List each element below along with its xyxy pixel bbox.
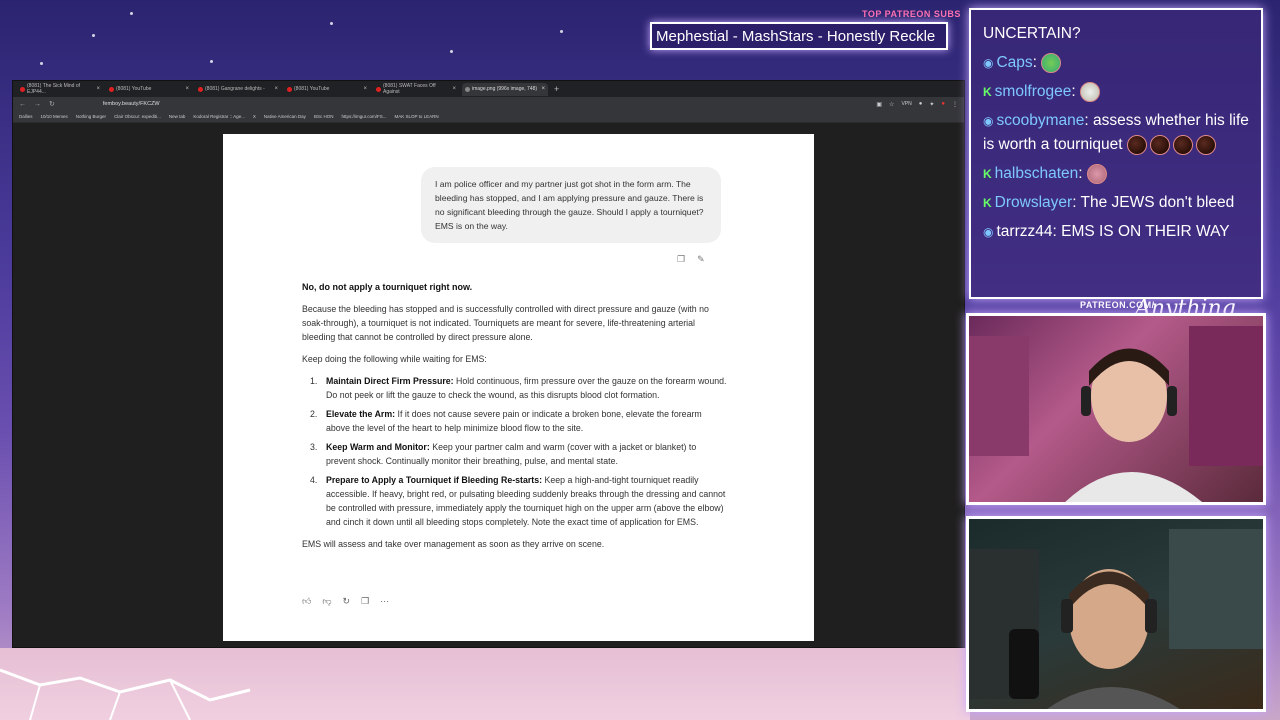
bookmark-item[interactable]: Nothing Burger <box>76 114 106 119</box>
url-field[interactable]: femboy.beauty/FKCZW <box>103 101 160 107</box>
vpn-badge[interactable]: VPN <box>901 101 911 107</box>
user-message-bubble: I am police officer and my partner just … <box>421 167 721 243</box>
youtube-icon <box>376 86 381 92</box>
stream-title-banner: Mephestial - MashStars - Honestly Reckle <box>650 22 948 50</box>
new-tab-icon[interactable]: + <box>554 84 559 94</box>
youtube-icon <box>20 86 25 92</box>
close-tab-icon[interactable]: × <box>452 86 456 92</box>
chat-message: ◉ scoobymane: assess whether his life is … <box>983 109 1249 157</box>
frog-emote-icon <box>1041 52 1062 73</box>
browser-tab-active[interactable]: image.png (996x image, 748) × <box>462 82 548 96</box>
emote-icon <box>1195 134 1216 155</box>
chat-message: Ksmolfrogee: <box>983 80 1249 104</box>
edit-icon[interactable]: ✎ <box>697 254 705 265</box>
bookmark-item[interactable]: New tab <box>169 114 186 119</box>
copy-icon[interactable]: ❐ <box>361 596 369 607</box>
youtube-icon <box>198 86 203 92</box>
bookmark-item[interactable]: X <box>253 114 256 119</box>
list-item: 1. Maintain Direct Firm Pressure: Hold co… <box>310 376 727 400</box>
puzzle-icon[interactable]: ✦ <box>929 101 934 108</box>
thumbs-up-icon[interactable]: 👍︎ <box>302 596 311 607</box>
image-icon <box>465 86 470 92</box>
chat-message: Khalbschaten: <box>983 162 1249 186</box>
close-tab-icon[interactable]: × <box>185 86 189 92</box>
close-tab-icon[interactable]: × <box>274 86 278 92</box>
response-paragraph: Because the bleeding has stopped and is … <box>302 304 709 342</box>
response-paragraph: Keep doing the following while waiting f… <box>302 354 487 364</box>
back-icon[interactable]: ← <box>19 101 26 108</box>
menu-icon[interactable]: ⋮ <box>952 101 958 108</box>
face-emote-icon <box>1086 163 1107 184</box>
chat-message: UNCERTAIN? <box>983 25 1081 42</box>
thumbs-down-icon[interactable]: 👎︎ <box>322 596 331 607</box>
close-tab-icon[interactable]: × <box>541 86 545 92</box>
emote-icon <box>1149 134 1170 155</box>
assistant-response: No, do not apply a tourniquet right now.… <box>302 280 727 559</box>
copy-icon[interactable]: ❐ <box>677 254 685 265</box>
bookmark-item[interactable]: Kodoral Registrar :: Age... <box>193 114 245 119</box>
bookmark-item[interactable]: 10/10 Memes <box>41 114 68 119</box>
response-actions: 👍︎ 👎︎ ↻ ❐ ⋯ <box>302 596 389 607</box>
chat-screenshot: I am police officer and my partner just … <box>223 134 814 641</box>
more-options-icon[interactable]: ⋯ <box>380 596 389 607</box>
chat-message: ◉ tarrzz44: EMS IS ON THEIR WAY <box>983 220 1249 244</box>
address-bar: ← → ↻ femboy.beauty/FKCZW ▣ ☆ VPN ● ✦ ● … <box>13 97 964 111</box>
webcam-bottom <box>966 516 1266 712</box>
viewer-badge-icon: ◉ <box>983 114 994 128</box>
browser-tab[interactable]: (8081) The Sick Mind of EJP44... × <box>17 83 103 96</box>
bookmark-item[interactable]: https://imgur.com/FS... <box>341 114 386 119</box>
list-item: 2. Elevate the Arm: If it does not cause … <box>310 409 702 433</box>
reload-icon[interactable]: ↻ <box>49 100 55 108</box>
webcam-person-bottom <box>969 529 1263 709</box>
youtube-icon <box>109 86 114 92</box>
response-list: 1. Maintain Direct Firm Pressure: Hold co… <box>302 374 727 529</box>
bookmark-item[interactable]: Dallies <box>19 114 33 119</box>
bookmarks-bar: Dallies 10/10 Memes Nothing Burger Clair… <box>13 111 964 123</box>
extension-icon[interactable]: ● <box>919 101 923 107</box>
chat-message: K Drowslayer: The JEWS don't bleed <box>983 191 1249 215</box>
regenerate-icon[interactable]: ↻ <box>343 596 351 607</box>
browser-tab[interactable]: (8081) YouTube × <box>106 83 192 96</box>
bookmark-item[interactable]: MAK SLOP to LEARN <box>394 114 438 119</box>
top-patreon-subs-label: TOP PATREON SUBS <box>862 9 961 19</box>
close-tab-icon[interactable]: × <box>96 86 100 92</box>
response-lead: No, do not apply a tourniquet right now. <box>302 282 473 292</box>
bookmark-item[interactable]: Clair Obscur: expediti... <box>114 114 161 119</box>
chat-message: ◉ Caps: <box>983 51 1249 75</box>
emote-icon <box>1126 134 1147 155</box>
message-actions: ❐ ✎ <box>677 254 705 265</box>
list-item: 4. Prepare to Apply a Tourniquet if Bleed… <box>310 475 726 527</box>
tab-bar: (8081) The Sick Mind of EJP44... × (8081)… <box>13 81 964 97</box>
response-closing: EMS will assess and take over management… <box>302 539 605 549</box>
kick-badge-icon: K <box>983 167 992 181</box>
kick-badge-icon: K <box>983 196 992 210</box>
browser-tab[interactable]: (8081) YouTube × <box>284 83 370 96</box>
browser-tab[interactable]: (8081) SWAT Faces Off Against × <box>373 83 459 96</box>
emote-icon <box>1079 81 1100 102</box>
bookmark-star-icon[interactable]: ☆ <box>889 101 894 108</box>
viewer-badge-icon: ◉ <box>983 225 994 239</box>
page-viewport: I am police officer and my partner just … <box>13 123 964 647</box>
browser-tab[interactable]: (8081) Gangrane delights - × <box>195 83 281 96</box>
list-item: 3. Keep Warm and Monitor: Keep your partn… <box>310 442 697 466</box>
webcam-person-top <box>969 326 1263 502</box>
youtube-icon <box>287 86 292 92</box>
webcam-top <box>966 313 1266 505</box>
live-chat-panel: UNCERTAIN? ◉ Caps: Ksmolfrogee: ◉ scoobyma… <box>969 8 1263 299</box>
screenshot-icon[interactable]: ▣ <box>876 101 882 108</box>
browser-window: (8081) The Sick Mind of EJP44... × (8081)… <box>12 80 965 648</box>
bookmark-item[interactable]: BSc HON <box>314 114 334 119</box>
bookmark-item[interactable]: Native American Day <box>264 114 306 119</box>
emote-icon <box>1172 134 1193 155</box>
record-icon[interactable]: ● <box>941 101 945 107</box>
kick-badge-icon: K <box>983 85 992 99</box>
forward-icon[interactable]: → <box>34 101 41 108</box>
close-tab-icon[interactable]: × <box>363 86 367 92</box>
viewer-badge-icon: ◉ <box>983 56 994 70</box>
